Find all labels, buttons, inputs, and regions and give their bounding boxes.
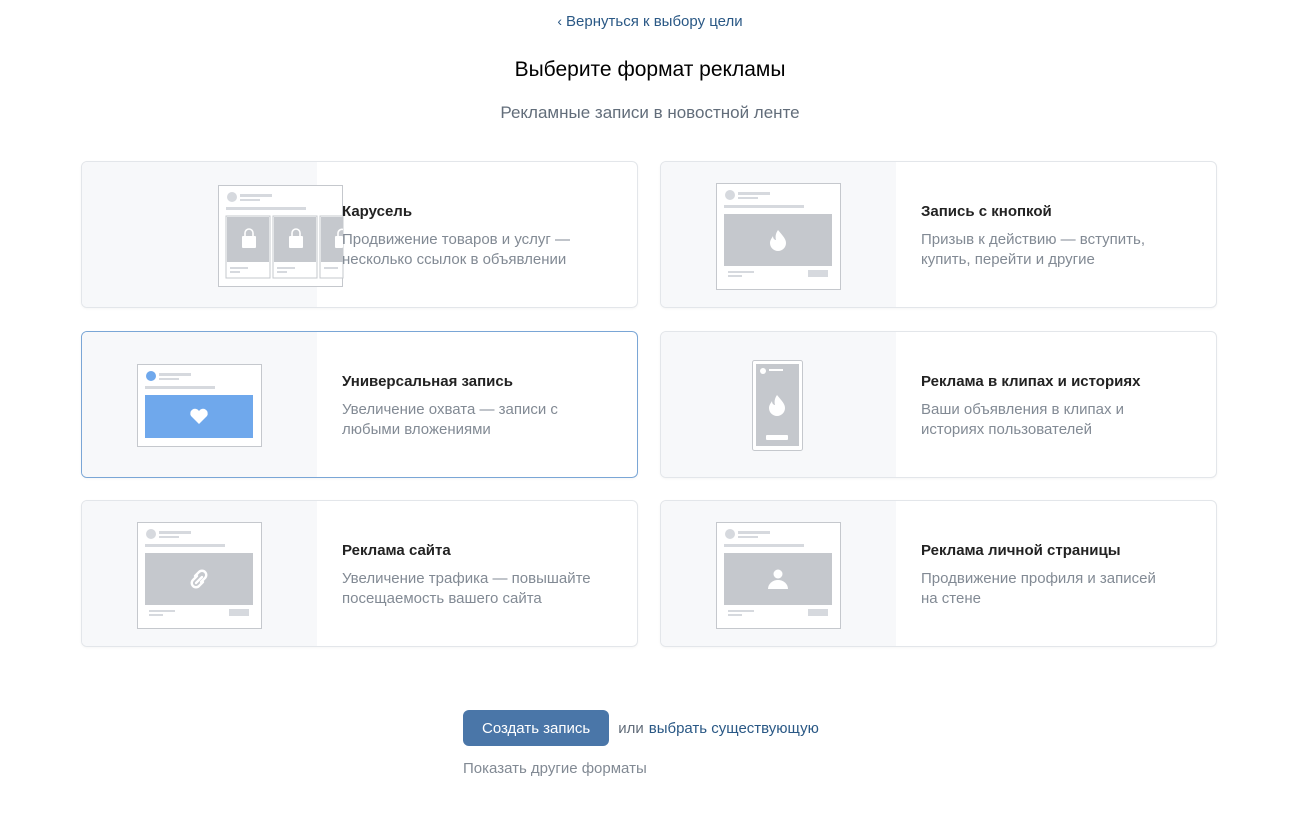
chevron-left-icon: ‹ (557, 13, 563, 29)
format-description: Ваши объявления в клипах и историях польз… (921, 401, 1125, 438)
format-title: Реклама личной страницы (921, 542, 1121, 559)
section-title: Рекламные записи в новостной ленте (500, 103, 800, 122)
website-illustration (137, 522, 262, 629)
universal-post-preview (82, 332, 317, 477)
format-description: Увеличение охвата — записи с любыми вложе… (342, 401, 558, 438)
format-card-website[interactable]: Реклама сайта Увеличение трафика — повыш… (81, 500, 638, 647)
back-to-goal-link[interactable]: ‹ Вернуться к выбору цели (0, 13, 1298, 30)
back-link-label: Вернуться к выбору цели (566, 13, 743, 30)
choose-existing-link[interactable]: выбрать существующую (649, 720, 819, 737)
website-preview (82, 501, 317, 646)
button-post-illustration (716, 183, 841, 290)
format-card-personal-page[interactable]: Реклама личной страницы Продвижение проф… (660, 500, 1217, 647)
personal-page-preview (661, 501, 896, 646)
format-title: Универсальная запись (342, 373, 513, 390)
show-other-formats-link[interactable]: Показать другие форматы (463, 760, 647, 777)
format-description: Увеличение трафика — повышайте посещаемос… (342, 570, 591, 607)
format-title: Карусель (342, 203, 413, 220)
format-title: Запись с кнопкой (921, 203, 1052, 220)
format-card-universal-post[interactable]: Универсальная запись Увеличение охвата —… (81, 331, 638, 478)
button-post-preview (661, 162, 896, 307)
carousel-illustration (218, 185, 344, 287)
format-title: Реклама сайта (342, 542, 451, 559)
or-label: или (618, 719, 644, 737)
format-description: Продвижение профиля и записей на стене (921, 570, 1156, 607)
carousel-preview (82, 162, 344, 307)
format-title: Реклама в клипах и историях (921, 373, 1141, 390)
format-description: Призыв к действию — вступить, купить, пер… (921, 231, 1145, 268)
page-title: Выберите формат рекламы (514, 58, 786, 81)
create-post-button[interactable]: Создать запись (463, 710, 610, 746)
create-actions: Создать запись или выбрать существующую (463, 710, 819, 746)
format-card-clips-stories[interactable]: Реклама в клипах и историях Ваши объявле… (660, 331, 1217, 478)
format-card-button-post[interactable]: Запись с кнопкой Призыв к действию — вст… (660, 161, 1217, 308)
format-card-carousel[interactable]: Карусель Продвижение товаров и услуг — не… (81, 161, 638, 308)
stories-illustration (752, 360, 803, 451)
format-description: Продвижение товаров и услуг — несколько с… (342, 231, 571, 268)
clips-stories-preview (661, 332, 896, 477)
personal-page-illustration (716, 522, 841, 629)
universal-post-illustration (137, 364, 262, 447)
